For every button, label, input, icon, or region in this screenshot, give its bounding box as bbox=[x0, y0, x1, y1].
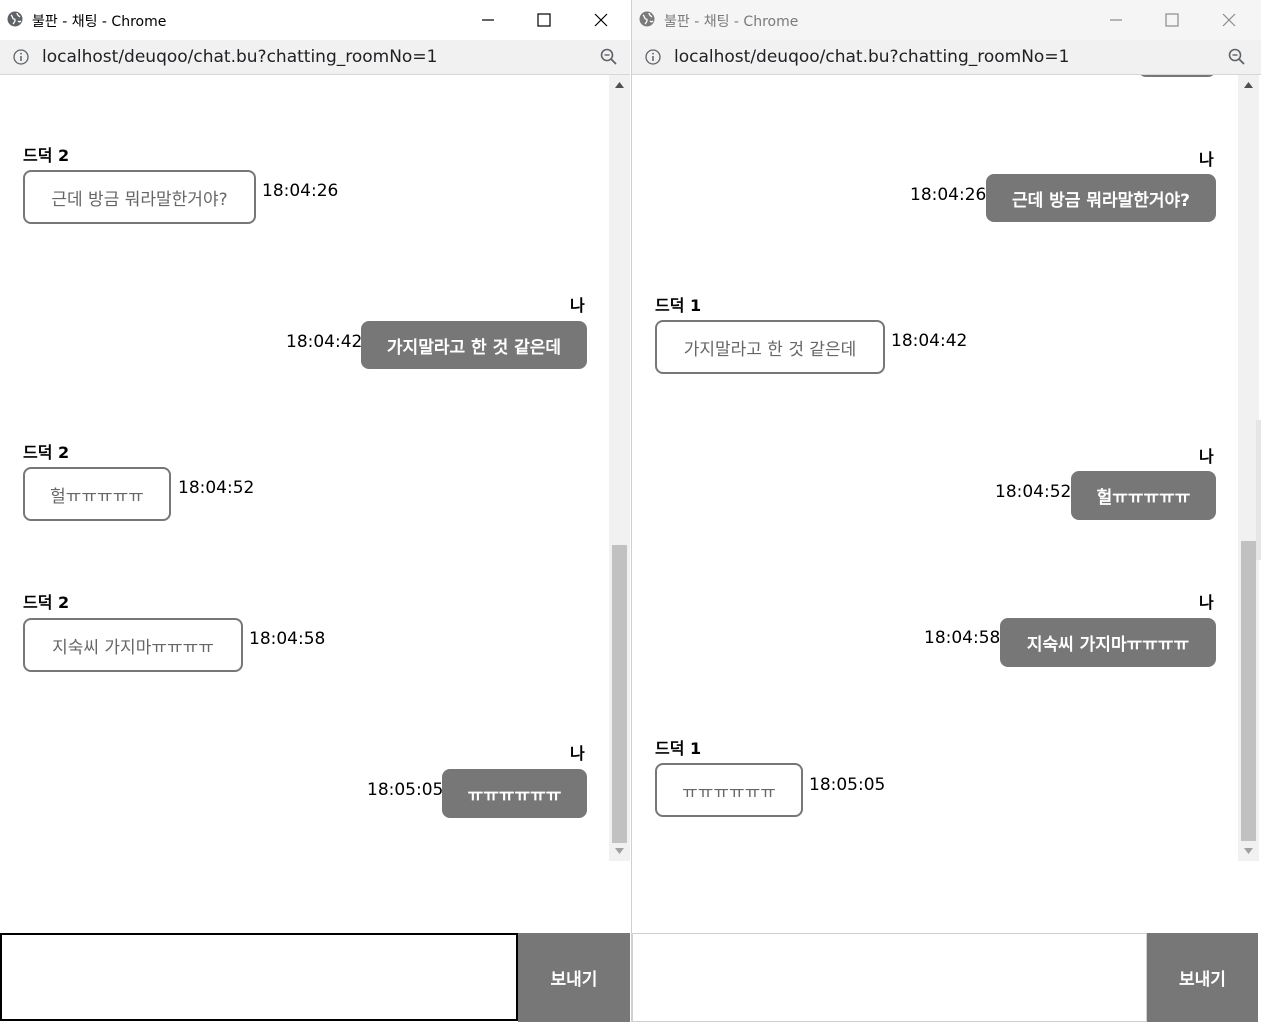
scroll-thumb[interactable] bbox=[612, 545, 627, 843]
sender-name: 나 bbox=[1199, 447, 1214, 466]
message-time: 18:04:42 bbox=[286, 332, 363, 352]
sender-name: 나 bbox=[570, 296, 585, 315]
minimize-button[interactable] bbox=[1088, 0, 1144, 40]
minimize-icon bbox=[482, 19, 494, 21]
maximize-button[interactable] bbox=[516, 0, 572, 40]
message-input[interactable] bbox=[632, 933, 1147, 1022]
maximize-icon bbox=[537, 13, 551, 27]
scroll-down-arrow-icon[interactable] bbox=[1238, 841, 1259, 861]
address-bar[interactable]: localhost/deuqoo/chat.bu?chatting_roomNo… bbox=[0, 40, 630, 75]
chat-window-right: 불판 - 채팅 - Chrome localhost/deuqoo/chat.b… bbox=[631, 0, 1261, 1022]
message-time: 18:04:42 bbox=[891, 331, 968, 351]
close-icon bbox=[1222, 13, 1236, 27]
close-button[interactable] bbox=[573, 0, 629, 40]
sender-name: 드덕 1 bbox=[655, 739, 702, 758]
scroll-up-arrow-icon[interactable] bbox=[1238, 75, 1259, 95]
zoom-icon[interactable] bbox=[600, 48, 618, 66]
message-bubble: 헐ㅠㅠㅠㅠㅠ bbox=[1071, 471, 1216, 520]
message-bubble: ㅠㅠㅠㅠㅠㅠ bbox=[655, 763, 803, 817]
message-bubble-partial bbox=[1138, 75, 1216, 77]
send-button[interactable]: 보내기 bbox=[518, 933, 630, 1022]
close-button[interactable] bbox=[1201, 0, 1257, 40]
address-bar[interactable]: localhost/deuqoo/chat.bu?chatting_roomNo… bbox=[632, 40, 1261, 75]
sender-name: 나 bbox=[1199, 150, 1214, 169]
chat-area[interactable]: 드덕 2 근데 방금 뭐라말한거야? 18:04:26 나 가지말라고 한 것 … bbox=[0, 75, 609, 861]
message-time: 18:05:05 bbox=[367, 780, 444, 800]
title-bar[interactable]: 불판 - 채팅 - Chrome bbox=[632, 0, 1261, 40]
url-text[interactable]: localhost/deuqoo/chat.bu?chatting_roomNo… bbox=[674, 47, 1069, 67]
message-time: 18:05:05 bbox=[809, 775, 886, 795]
message-bubble: 가지말라고 한 것 같은데 bbox=[655, 320, 885, 374]
message-time: 18:04:26 bbox=[910, 185, 987, 205]
window-title: 불판 - 채팅 - Chrome bbox=[32, 14, 167, 30]
url-host: localhost bbox=[42, 47, 119, 67]
chat-area[interactable]: 나 근데 방금 뭐라말한거야? 18:04:26 드덕 1 가지말라고 한 것 … bbox=[632, 75, 1238, 861]
window-title: 불판 - 채팅 - Chrome bbox=[664, 14, 799, 30]
scroll-thumb[interactable] bbox=[1241, 541, 1256, 841]
zoom-icon[interactable] bbox=[1228, 48, 1246, 66]
message-bubble: 가지말라고 한 것 같은데 bbox=[361, 321, 587, 369]
scroll-up-arrow-icon[interactable] bbox=[609, 75, 630, 95]
chat-window-left: 불판 - 채팅 - Chrome localhost/deuqoo/chat.b… bbox=[0, 0, 630, 1022]
scroll-down-arrow-icon[interactable] bbox=[609, 841, 630, 861]
send-button[interactable]: 보내기 bbox=[1147, 933, 1258, 1022]
scrollbar[interactable] bbox=[609, 75, 630, 861]
sender-name: 드덕 1 bbox=[655, 296, 702, 315]
background-window-edge bbox=[1256, 420, 1261, 560]
message-bubble: 근데 방금 뭐라말한거야? bbox=[986, 174, 1216, 222]
title-bar[interactable]: 불판 - 채팅 - Chrome bbox=[0, 0, 630, 40]
url-host: localhost bbox=[674, 47, 751, 67]
info-icon[interactable] bbox=[645, 49, 661, 65]
globe-icon bbox=[639, 11, 655, 27]
minimize-button[interactable] bbox=[460, 0, 516, 40]
url-path: /deuqoo/chat.bu?chatting_roomNo=1 bbox=[118, 47, 438, 67]
sender-name: 드덕 2 bbox=[23, 443, 70, 462]
message-time: 18:04:52 bbox=[178, 478, 255, 498]
sender-name: 나 bbox=[570, 744, 585, 763]
close-icon bbox=[594, 13, 608, 27]
message-bubble: 근데 방금 뭐라말한거야? bbox=[23, 170, 256, 224]
sender-name: 나 bbox=[1199, 593, 1214, 612]
message-bubble: 지숙씨 가지마ㅠㅠㅠㅠ bbox=[1000, 618, 1216, 667]
maximize-button[interactable] bbox=[1144, 0, 1200, 40]
minimize-icon bbox=[1110, 19, 1122, 21]
message-bubble: 헐ㅠㅠㅠㅠㅠ bbox=[23, 467, 171, 521]
globe-icon bbox=[7, 11, 23, 27]
info-icon[interactable] bbox=[13, 49, 29, 65]
message-bubble: ㅠㅠㅠㅠㅠㅠ bbox=[442, 769, 587, 818]
sender-name: 드덕 2 bbox=[23, 593, 70, 612]
sender-name: 드덕 2 bbox=[23, 146, 70, 165]
url-text[interactable]: localhost/deuqoo/chat.bu?chatting_roomNo… bbox=[42, 47, 437, 67]
url-path: /deuqoo/chat.bu?chatting_roomNo=1 bbox=[750, 47, 1070, 67]
message-time: 18:04:58 bbox=[249, 629, 326, 649]
maximize-icon bbox=[1165, 13, 1179, 27]
message-input[interactable] bbox=[0, 933, 518, 1021]
message-time: 18:04:52 bbox=[995, 482, 1072, 502]
message-bubble: 지숙씨 가지마ㅠㅠㅠㅠ bbox=[23, 618, 243, 672]
message-time: 18:04:58 bbox=[924, 628, 1001, 648]
message-time: 18:04:26 bbox=[262, 181, 339, 201]
